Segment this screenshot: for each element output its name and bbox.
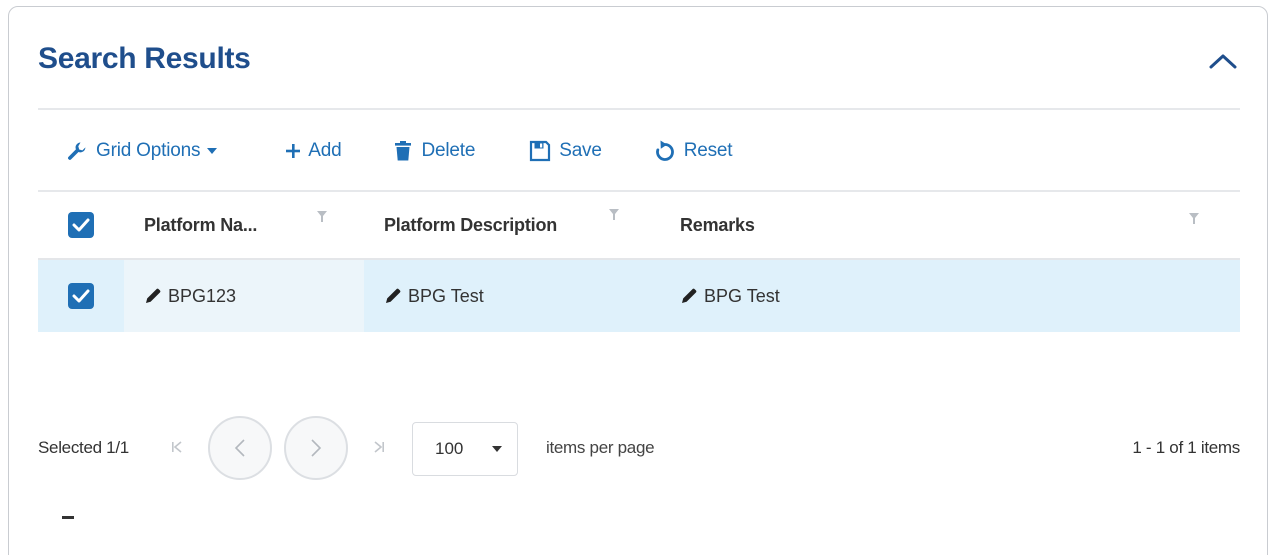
pager-range-info: 1 - 1 of 1 items (1132, 438, 1240, 457)
collapse-button[interactable] (1206, 48, 1240, 74)
column-header-label: Platform Na... (144, 214, 258, 235)
items-per-page-label: items per page (546, 438, 655, 457)
grid-options-label: Grid Options (96, 140, 201, 161)
row-select-cell (38, 260, 124, 332)
results-grid: Platform Na... Platform Description Rema… (38, 192, 1240, 332)
column-header-platform-description[interactable]: Platform Description (364, 192, 660, 258)
page-size-value: 100 (435, 439, 464, 458)
title-divider (38, 108, 1240, 110)
minus-icon (62, 516, 74, 519)
platform-description-value: BPG Test (408, 285, 484, 306)
page-size-select[interactable]: 100 (412, 422, 518, 476)
trash-icon (395, 141, 412, 161)
table-row[interactable]: BPG123 BPG Test BPG Test (38, 260, 1240, 332)
wrench-icon (68, 142, 86, 160)
first-page-icon[interactable] (170, 440, 184, 454)
filter-icon[interactable] (316, 210, 328, 224)
header-select-cell (38, 192, 124, 258)
previous-page-button[interactable] (208, 416, 272, 480)
column-header-label: Remarks (680, 214, 755, 235)
platform-name-cell[interactable]: BPG123 (124, 260, 364, 332)
grid-header: Platform Na... Platform Description Rema… (38, 192, 1240, 260)
last-page-icon[interactable] (372, 440, 386, 454)
chevron-left-icon (234, 439, 245, 457)
pencil-icon (146, 288, 161, 303)
save-label: Save (559, 140, 602, 161)
pager: Selected 1/1 100 items per page 1 - 1 of… (38, 412, 1240, 484)
remarks-value: BPG Test (704, 285, 780, 306)
filter-icon[interactable] (1188, 212, 1200, 226)
floppy-disk-icon (530, 140, 551, 162)
add-label: Add (308, 140, 342, 161)
selected-count: Selected 1/1 (38, 438, 129, 457)
column-header-label: Platform Description (384, 214, 558, 235)
select-all-checkbox[interactable] (68, 212, 94, 238)
panel-title: Search Results (38, 42, 251, 75)
caret-down-icon (207, 148, 218, 154)
plus-icon (286, 144, 301, 158)
add-button[interactable]: Add (284, 140, 342, 162)
save-button[interactable]: Save (529, 140, 602, 162)
pencil-icon (682, 288, 697, 303)
reset-label: Reset (683, 140, 733, 161)
next-page-button[interactable] (284, 416, 348, 480)
platform-name-value: BPG123 (168, 285, 237, 306)
pencil-icon (386, 288, 401, 303)
filter-icon[interactable] (608, 208, 620, 222)
row-checkbox[interactable] (68, 283, 94, 309)
remarks-cell[interactable]: BPG Test (660, 260, 1240, 332)
chevron-right-icon (311, 439, 322, 457)
column-header-platform-name[interactable]: Platform Na... (124, 192, 364, 258)
delete-label: Delete (421, 140, 476, 161)
reset-icon (655, 140, 674, 161)
reset-button[interactable]: Reset (654, 140, 733, 162)
caret-down-icon (492, 446, 502, 452)
chevron-up-icon (1209, 54, 1237, 69)
grid-options-button[interactable]: Grid Options (66, 140, 218, 162)
column-header-remarks[interactable]: Remarks (660, 192, 1240, 258)
checkmark-icon (72, 289, 90, 303)
grid-toolbar: Grid Options Add Delete Save Reset (66, 136, 733, 166)
delete-button[interactable]: Delete (393, 140, 475, 162)
checkmark-icon (72, 218, 90, 232)
platform-description-cell[interactable]: BPG Test (364, 260, 660, 332)
